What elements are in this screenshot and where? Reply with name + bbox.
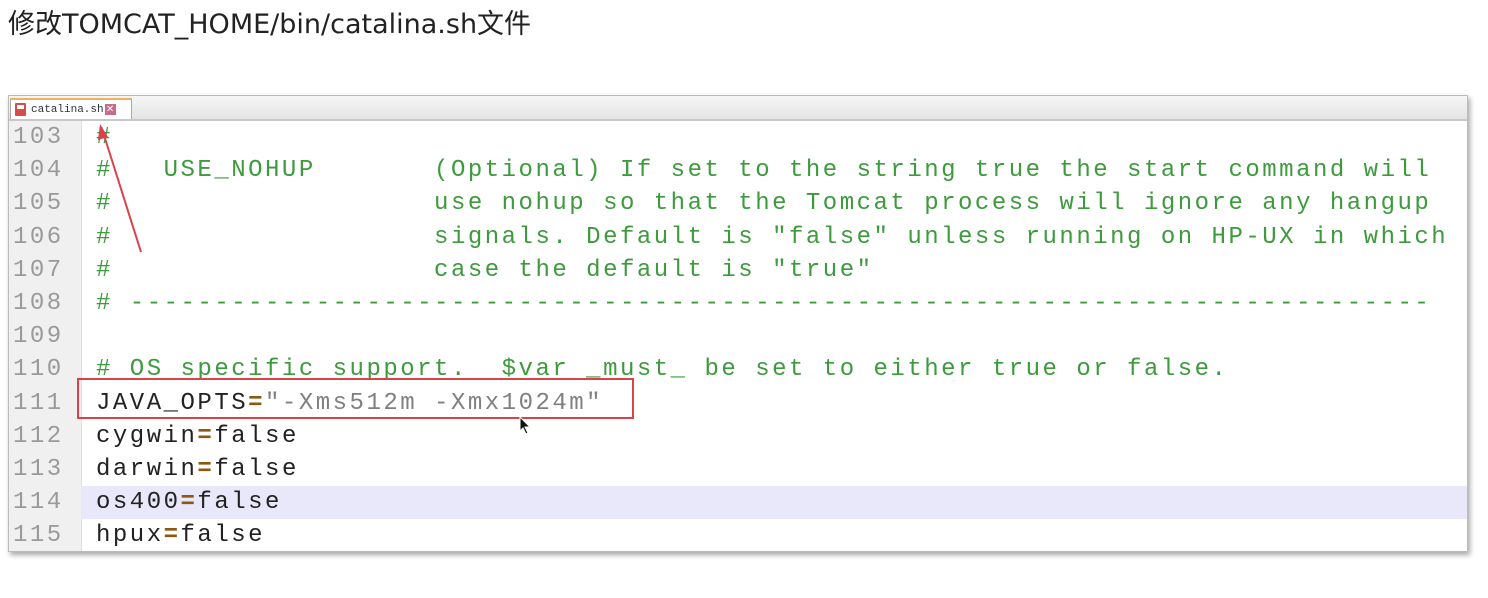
code-text[interactable]: ​hpux=false (81, 519, 1467, 551)
op-token: = (180, 489, 198, 517)
code-text[interactable]: ​darwin=false (81, 453, 1467, 486)
plain-token: false (180, 522, 266, 550)
annotation-highlight-box (77, 378, 634, 419)
plain-token: hpux (96, 522, 164, 550)
code-line-105[interactable]: 105​# use nohup so that the Tomcat proce… (9, 187, 1467, 220)
comment-token: # use nohup so that the Tomcat process w… (96, 190, 1432, 218)
op-token: = (197, 455, 215, 483)
code-text[interactable]: ​ (81, 320, 1467, 353)
line-number: 109 (13, 323, 64, 351)
code-line-112[interactable]: 112 ​cygwin=false (9, 420, 1467, 453)
code-text[interactable]: ​# (81, 121, 1467, 154)
code-line-114[interactable]: 114 ​os400=false (9, 486, 1467, 520)
comment-token: # USE_NOHUP (Optional) If set to the str… (96, 157, 1432, 185)
plain-token: false (197, 489, 282, 517)
line-number: 113 (13, 455, 64, 483)
tab-bar: catalina.sh ✕ (9, 96, 1467, 121)
annotation-arrow-icon (98, 124, 142, 253)
code-line-103[interactable]: 103​# (9, 121, 1467, 154)
code-text[interactable]: ​cygwin=false (81, 420, 1467, 453)
plain-token: os400 (96, 489, 181, 517)
plain-token: darwin (96, 455, 198, 483)
code-line-106[interactable]: 106​# signals. Default is "false" unless… (9, 221, 1467, 254)
comment-token: # --------------------------------------… (96, 289, 1432, 317)
code-text[interactable]: ​# USE_NOHUP (Optional) If set to the st… (81, 154, 1467, 187)
mouse-cursor-icon (519, 416, 532, 435)
op-token: = (163, 522, 181, 550)
line-number: 108 (13, 289, 64, 317)
code-line-109[interactable]: 109 ​ (9, 320, 1467, 353)
code-text[interactable]: ​os400=false (81, 486, 1467, 520)
code-lines[interactable]: 103​#104​# USE_NOHUP (Optional) If set t… (9, 121, 1467, 551)
op-token: = (197, 422, 215, 450)
line-number: 111 (13, 389, 64, 417)
code-line-115[interactable]: 115 ​hpux=false (9, 519, 1467, 551)
line-number: 114 (13, 489, 64, 517)
code-text[interactable]: ​# signals. Default is "false" unless ru… (81, 221, 1467, 254)
comment-token: # case the default is "true" (96, 256, 874, 284)
code-line-113[interactable]: 113 ​darwin=false (9, 453, 1467, 486)
code-editor[interactable]: catalina.sh ✕ 103​#104​# USE_NOHUP (Opti… (8, 95, 1468, 552)
code-text[interactable]: ​# use nohup so that the Tomcat process … (81, 187, 1467, 220)
comment-token: # signals. Default is "false" unless run… (96, 223, 1449, 251)
line-number: 110 (13, 356, 64, 384)
line-number: 115 (13, 522, 64, 550)
code-line-107[interactable]: 107​# case the default is "true" (9, 254, 1467, 287)
plain-token: false (214, 422, 299, 450)
code-line-108[interactable]: 108 ​# ----------------------------------… (9, 287, 1467, 320)
line-number: 112 (13, 422, 64, 450)
code-text[interactable]: ​# -------------------------------------… (81, 287, 1467, 320)
plain-token: cygwin (96, 422, 198, 450)
plain-token: false (214, 455, 299, 483)
code-text[interactable]: ​# case the default is "true" (81, 254, 1467, 287)
code-line-104[interactable]: 104​# USE_NOHUP (Optional) If set to the… (9, 154, 1467, 187)
